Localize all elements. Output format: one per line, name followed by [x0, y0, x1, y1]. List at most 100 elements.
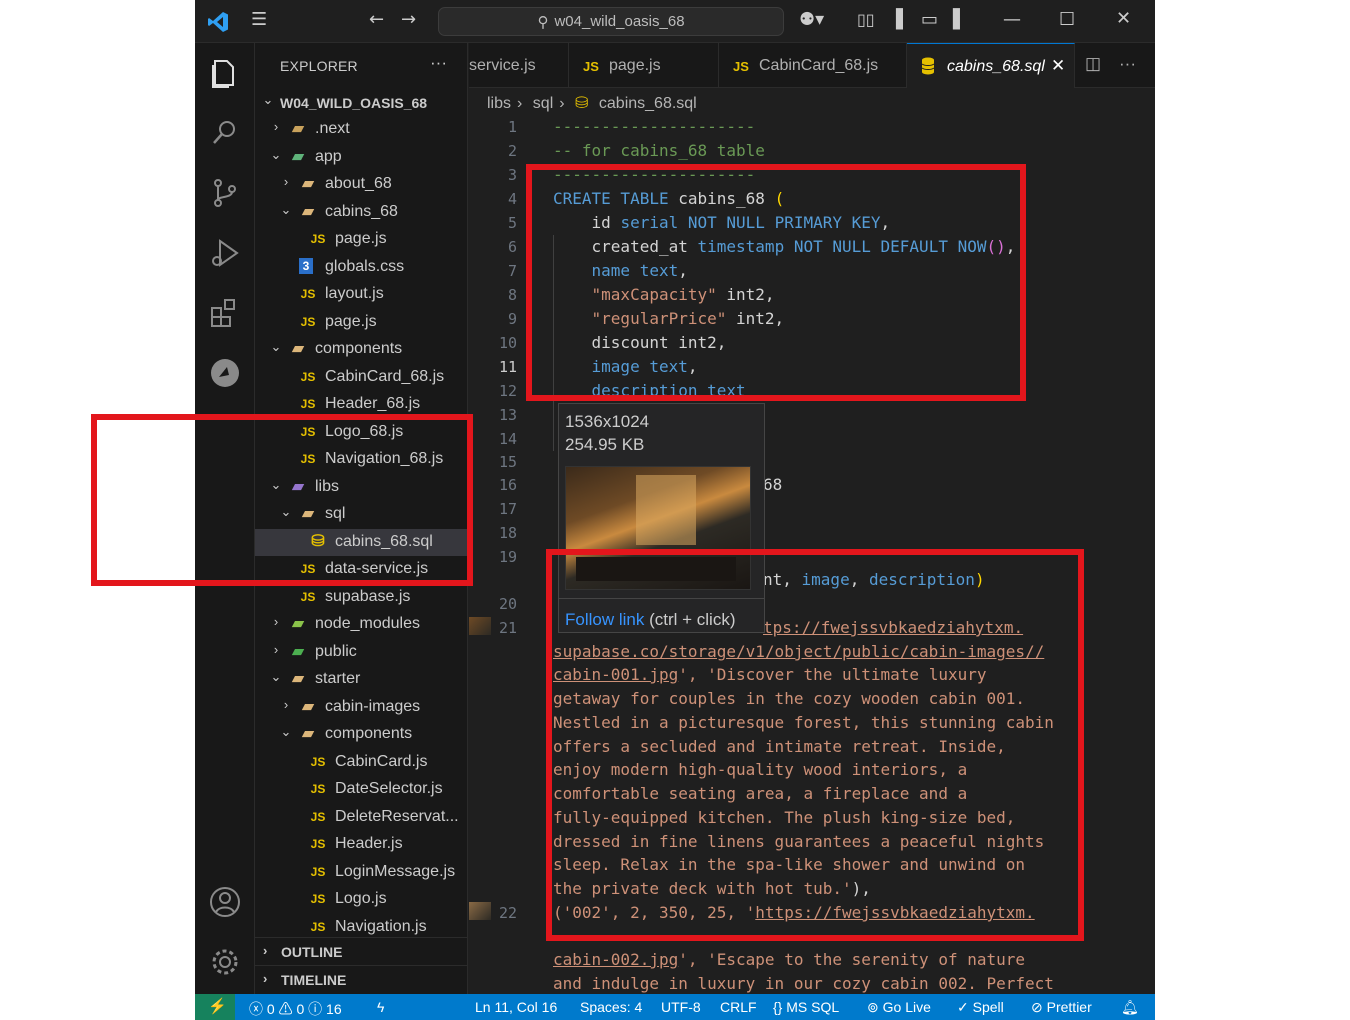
- tree-folder[interactable]: ⌄ ▰ components: [255, 336, 468, 363]
- maximize-icon[interactable]: ☐: [1059, 9, 1075, 30]
- braces-icon: {}: [773, 999, 783, 1015]
- tree-file[interactable]: JS supabase.js: [255, 584, 468, 611]
- toggle-panel-icon[interactable]: ▭: [921, 9, 938, 30]
- menu-icon[interactable]: ☰: [251, 9, 267, 30]
- timeline-section[interactable]: › TIMELINE: [255, 965, 468, 993]
- tab-page-js[interactable]: JS page.js: [569, 43, 719, 88]
- css-file-icon: 3: [299, 257, 313, 274]
- source-control-icon[interactable]: [207, 175, 243, 211]
- tree-file[interactable]: JS LoginMessage.js: [255, 859, 468, 886]
- extensions-icon[interactable]: [207, 295, 243, 331]
- toggle-sidebar-icon[interactable]: ▐: [889, 9, 903, 30]
- breadcrumb-item[interactable]: cabins_68.sql: [599, 95, 697, 112]
- lightning-icon[interactable]: ϟ: [377, 999, 384, 1015]
- problems-indicator[interactable]: ⓧ 0 ⚠ 0 ⓘ 16: [249, 999, 342, 1019]
- copilot-icon[interactable]: ⚉▾: [799, 9, 824, 30]
- line-ending[interactable]: CRLF: [720, 999, 757, 1015]
- tree-folder[interactable]: › ▰ .next: [255, 116, 468, 143]
- prettier-button[interactable]: ⊘ Prettier: [1031, 999, 1092, 1016]
- tree-folder[interactable]: ⌄ ▰ cabins_68: [255, 199, 468, 226]
- tree-item-label: page.js: [325, 312, 377, 330]
- js-file-icon: JS: [310, 754, 326, 769]
- tree-item-label: node_modules: [315, 615, 420, 632]
- go-live-button[interactable]: ⊚ Go Live: [867, 999, 931, 1016]
- tree-file[interactable]: JS page.js: [255, 309, 468, 336]
- minimize-icon[interactable]: —: [1003, 9, 1021, 30]
- outline-section[interactable]: › OUTLINE: [255, 937, 468, 965]
- language-mode[interactable]: {} MS SQL: [773, 999, 839, 1015]
- run-debug-icon[interactable]: [207, 235, 243, 271]
- tree-folder[interactable]: › ▰ public: [255, 639, 468, 666]
- js-file-icon: JS: [310, 864, 326, 879]
- folder-icon: ▰: [292, 340, 304, 357]
- editor-tabs: service.js JS page.js JS CabinCard_68.js…: [469, 43, 1155, 88]
- editor-more-icon[interactable]: ···: [1115, 43, 1145, 88]
- line-number: 18: [498, 524, 517, 542]
- tree-file[interactable]: JS Logo.js: [255, 886, 468, 913]
- forward-arrow-icon[interactable]: →: [401, 9, 416, 30]
- js-file-icon: JS: [300, 287, 316, 301]
- line-number: 19: [498, 548, 517, 566]
- explorer-icon[interactable]: [207, 55, 243, 91]
- line-number: 20: [498, 595, 517, 613]
- cursor-position[interactable]: Ln 11, Col 16: [475, 999, 557, 1015]
- tree-file[interactable]: JS CabinCard.js: [255, 749, 468, 776]
- breadcrumb-item[interactable]: libs: [487, 95, 511, 112]
- title-bar: ☰ ← → ⚲ w04_wild_oasis_68 ⚉▾ ▯▯ ▐ ▭ ▌ — …: [195, 0, 1155, 43]
- tree-file[interactable]: JS DeleteReservat...: [255, 804, 468, 831]
- tree-file[interactable]: JS Header.js: [255, 831, 468, 858]
- close-tab-icon[interactable]: ✕: [1051, 56, 1065, 76]
- tree-file[interactable]: JS layout.js: [255, 281, 468, 308]
- explorer-more-icon[interactable]: ···: [430, 53, 447, 73]
- database-icon: ⛁: [575, 95, 589, 112]
- tab-cabins-sql[interactable]: cabins_68.sql ✕: [907, 43, 1075, 88]
- tree-item-label: Header.js: [335, 835, 403, 852]
- spell-check-button[interactable]: ✓ Spell: [957, 999, 1004, 1016]
- annotation-box-schema: [526, 164, 1026, 401]
- chevron-down-icon: ⌄: [270, 669, 282, 684]
- folder-icon: ▰: [292, 642, 304, 660]
- tree-folder[interactable]: › ▰ cabin-images: [255, 694, 468, 721]
- chevron-down-icon: ⌄: [270, 146, 282, 162]
- tree-file[interactable]: JS page.js: [255, 226, 468, 253]
- layout-customize-icon[interactable]: ▯▯: [857, 10, 875, 29]
- tree-item-label: public: [315, 642, 357, 660]
- tree-folder[interactable]: ⌄ ▰ starter: [255, 666, 468, 693]
- search-activity-icon[interactable]: [207, 115, 243, 151]
- chevron-right-icon: ›: [273, 119, 279, 134]
- breadcrumb-item[interactable]: sql: [533, 95, 553, 112]
- command-center-search[interactable]: ⚲ w04_wild_oasis_68: [438, 7, 784, 36]
- tree-item-label: Navigation.js: [335, 917, 427, 935]
- tree-file[interactable]: JS DateSelector.js: [255, 776, 468, 803]
- tree-root[interactable]: ⌄ W04_WILD_OASIS_68: [255, 89, 468, 116]
- command-center-text: w04_wild_oasis_68: [554, 13, 685, 30]
- chevron-down-icon: ⌄: [270, 339, 282, 354]
- split-editor-icon[interactable]: ◫: [1081, 43, 1109, 88]
- tab-cabincard-js[interactable]: JS CabinCard_68.js: [719, 43, 907, 88]
- tree-folder[interactable]: ⌄ ▰ components: [255, 721, 468, 748]
- code-line: cabin-002.jpg', 'Escape to the serenity …: [553, 950, 1026, 969]
- tree-item-label: supabase.js: [325, 587, 411, 605]
- js-file-icon: JS: [583, 59, 599, 74]
- remote-explorer-icon[interactable]: [207, 355, 243, 391]
- manage-gear-icon[interactable]: [207, 944, 243, 980]
- tree-item-label: CabinCard_68.js: [325, 367, 445, 385]
- tree-file[interactable]: 3 globals.css: [255, 254, 468, 281]
- tree-file[interactable]: JS CabinCard_68.js: [255, 364, 468, 391]
- accounts-icon[interactable]: [207, 884, 243, 920]
- indentation[interactable]: Spaces: 4: [580, 999, 642, 1015]
- back-arrow-icon[interactable]: ←: [369, 9, 384, 30]
- js-file-icon: JS: [300, 369, 316, 384]
- notifications-bell-icon[interactable]: 🔔︎: [1121, 999, 1139, 1016]
- tree-folder[interactable]: › ▰ about_68: [255, 171, 468, 198]
- encoding[interactable]: UTF-8: [661, 999, 701, 1015]
- breadcrumb: libs › sql › ⛁ cabins_68.sql: [487, 93, 703, 113]
- chevron-right-icon: ›: [263, 943, 268, 958]
- folder-icon: ▰: [302, 202, 314, 220]
- tree-folder[interactable]: ⌄ ▰ app: [255, 144, 468, 171]
- remote-indicator[interactable]: ⚡: [195, 994, 235, 1020]
- close-window-icon[interactable]: ✕: [1116, 8, 1131, 29]
- tab-service-js[interactable]: service.js: [469, 43, 569, 88]
- tree-folder[interactable]: › ▰ node_modules: [255, 611, 468, 638]
- toggle-secondary-sidebar-icon[interactable]: ▌: [953, 9, 967, 30]
